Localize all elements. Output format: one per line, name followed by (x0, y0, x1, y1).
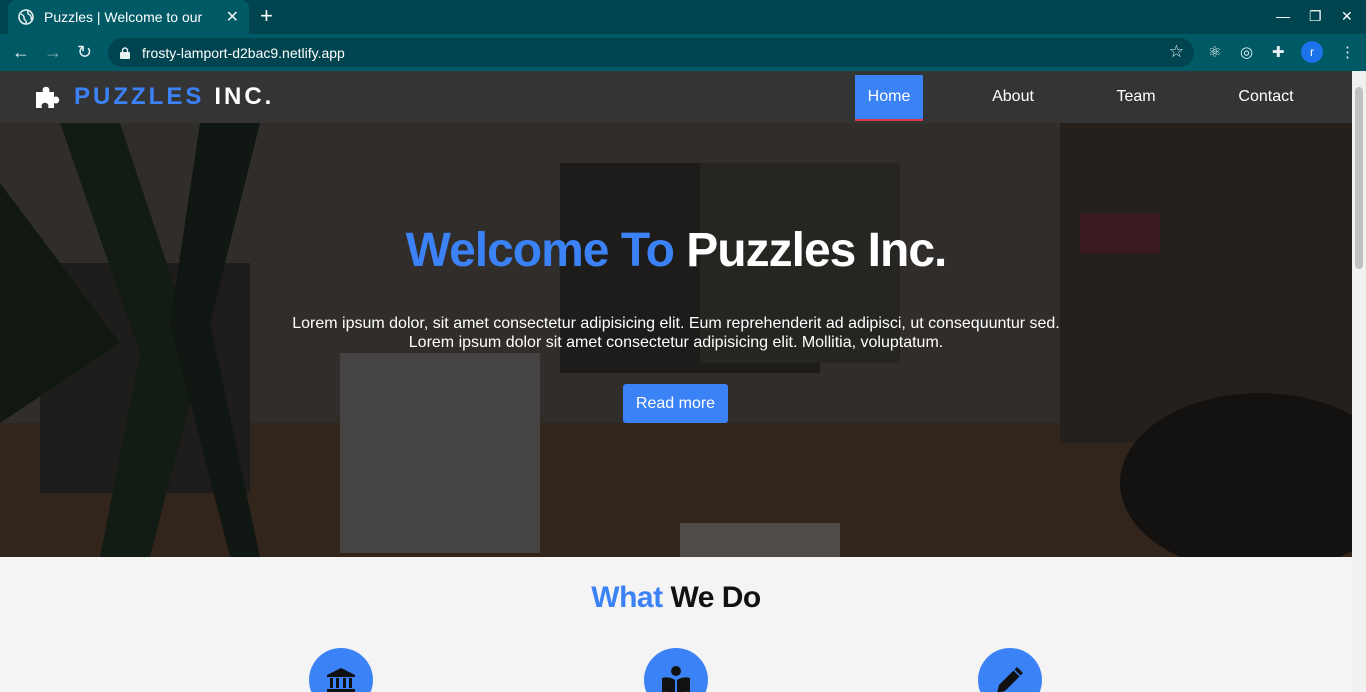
react-devtools-icon[interactable]: ⚛ (1208, 43, 1221, 61)
what-we-do-title: What We Do (0, 581, 1352, 615)
new-tab-icon[interactable]: + (260, 5, 273, 27)
read-more-button[interactable]: Read more (623, 384, 728, 423)
service-reader-badge (644, 648, 708, 692)
scrollbar-thumb[interactable] (1355, 87, 1363, 269)
bookmark-star-icon[interactable]: ☆ (1169, 42, 1184, 62)
service-pencil-badge (978, 648, 1042, 692)
site-logo[interactable]: PUZZLES INC. (34, 83, 274, 111)
book-reader-icon (662, 666, 690, 692)
extensions-puzzle-icon[interactable]: ✚ (1272, 43, 1285, 61)
minimize-icon[interactable]: — (1276, 8, 1290, 24)
hero-description-line2: Lorem ipsum dolor sit amet consectetur a… (408, 334, 944, 351)
close-tab-icon[interactable]: ✕ (226, 7, 239, 27)
url-text: frosty-lamport-d2bac9.netlify.app (142, 44, 345, 61)
reload-icon[interactable]: ↻ (77, 42, 92, 63)
close-window-icon[interactable]: ✕ (1341, 8, 1353, 25)
nav-about[interactable]: About (978, 75, 1048, 121)
puzzle-piece-icon (36, 86, 60, 108)
browser-tab-strip: Puzzles | Welcome to our ✕ + — ❐ ✕ (0, 0, 1366, 34)
nav-contact[interactable]: Contact (1226, 75, 1306, 121)
browser-tab[interactable]: Puzzles | Welcome to our ✕ (8, 0, 249, 34)
address-bar[interactable]: frosty-lamport-d2bac9.netlify.app ☆ (108, 38, 1194, 67)
restore-icon[interactable]: ❐ (1309, 8, 1322, 25)
service-bank-badge (309, 648, 373, 692)
hero-title-accent: Welcome To (405, 224, 675, 277)
forward-icon[interactable]: → (44, 42, 62, 63)
target-extension-icon[interactable]: ◎ (1240, 43, 1253, 61)
browser-toolbar: ← → ↻ frosty-lamport-d2bac9.netlify.app … (0, 34, 1366, 71)
page-scrollbar[interactable] (1352, 71, 1366, 692)
brand-name-part1: PUZZLES (74, 83, 205, 110)
site-navbar: PUZZLES INC. Home About Team Contact (0, 71, 1352, 123)
hero-title: Welcome To Puzzles Inc. (0, 223, 1352, 278)
bank-icon (327, 668, 355, 692)
brand-name-part2: INC. (214, 83, 275, 110)
nav-team[interactable]: Team (1102, 75, 1170, 121)
hero-description-line1: Lorem ipsum dolor, sit amet consectetur … (292, 315, 1060, 332)
menu-kebab-icon[interactable]: ⋮ (1340, 43, 1355, 61)
nav-home[interactable]: Home (855, 75, 923, 121)
pencil-icon (997, 667, 1023, 692)
profile-avatar[interactable]: r (1301, 41, 1323, 63)
back-icon[interactable]: ← (12, 42, 30, 63)
tab-title: Puzzles | Welcome to our (44, 9, 203, 25)
hero-description: Lorem ipsum dolor, sit amet consectetur … (0, 314, 1352, 352)
hero-section: Welcome To Puzzles Inc. Lorem ipsum dolo… (0, 123, 1352, 557)
lock-icon (120, 46, 130, 59)
hero-title-main: Puzzles Inc. (686, 224, 947, 277)
page-viewport: PUZZLES INC. Home About Team Contact Wel… (0, 71, 1352, 692)
globe-icon (18, 9, 34, 25)
what-we-do-main: We Do (670, 581, 761, 614)
what-we-do-accent: What (591, 581, 663, 614)
